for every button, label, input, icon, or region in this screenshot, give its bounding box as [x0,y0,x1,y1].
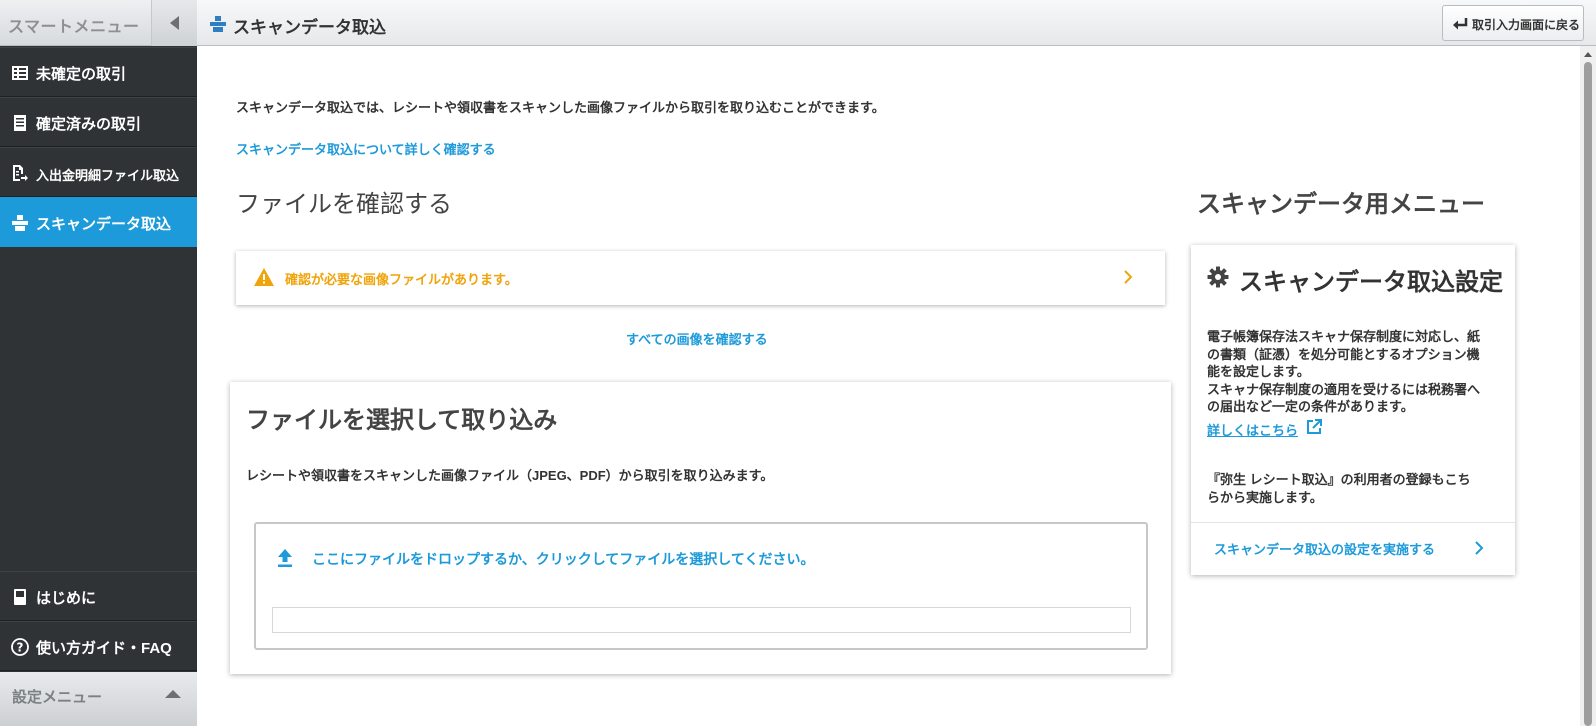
svg-text:?: ? [17,641,24,655]
description-line: 電子帳簿保存法スキャナ保存制度に対応し、紙 [1207,329,1481,344]
view-all-images-link[interactable]: すべての画像を確認する [626,329,768,348]
sidebar-header: スマートメニュー [0,0,197,46]
sidebar-item-label: はじめに [36,590,97,607]
settings-menu-label: 設定メニュー [12,689,103,706]
sidebar-item-getting-started[interactable]: はじめに [0,571,197,621]
configure-scan-settings-button[interactable]: スキャンデータ取込の設定を実施する [1191,523,1515,575]
file-import-card: ファイルを選択して取り込み レシートや領収書をスキャンした画像ファイル（JPEG… [230,382,1171,674]
return-arrow-icon [1453,18,1468,30]
description-line: 能を設定します。 [1207,364,1310,379]
scan-settings-card: スキャンデータ取込設定 電子帳簿保存法スキャナ保存制度に対応し、紙 の書類（証憑… [1191,245,1515,575]
sidebar-item-unconfirmed[interactable]: 未確定の取引 [0,47,197,97]
description-line: の書類（証憑）を処分可能とするオプション機 [1207,346,1480,362]
upload-icon [278,549,292,567]
sidebar-item-label: 使い方ガイド・FAQ [36,640,172,657]
alert-text: 確認が必要な画像ファイルがあります。 [285,272,518,287]
ledger-icon [12,66,28,80]
sidebar-item-confirmed[interactable]: 確定済みの取引 [0,97,197,147]
files-needing-review-alert[interactable]: 確認が必要な画像ファイルがあります。 [236,251,1165,305]
sidebar-item-file-import[interactable]: 入出金明細ファイル取込 [0,147,197,197]
scanner-icon [210,16,226,32]
sidebar-title: スマートメニュー [8,19,140,36]
chevron-left-icon [170,16,179,30]
scroll-up-icon[interactable] [1584,52,1592,57]
scan-settings-title: スキャンデータ取込設定 [1239,269,1503,296]
intro-text: スキャンデータ取込では、レシートや領収書をスキャンした画像ファイルから取引を取り… [236,100,885,115]
sidebar-item-guide-faq[interactable]: ? 使い方ガイド・FAQ [0,621,197,671]
help-icon: ? [11,638,29,656]
back-button-label: 取引入力画面に戻る [1472,18,1581,32]
confirm-files-heading: ファイルを確認する [236,191,452,218]
page-header: スキャンデータ取込 取引入力画面に戻る [197,0,1596,46]
sidebar-item-scan-import[interactable]: スキャンデータ取込 [0,197,197,247]
description-line: スキャナ保存制度の適用を受けるには税務署へ [1207,381,1481,397]
selected-file-field[interactable] [272,607,1131,633]
sidebar-item-label: スキャンデータ取込 [36,216,172,233]
chevron-right-icon [1124,270,1133,284]
note-line: らから実施します。 [1207,489,1323,505]
book-icon [14,589,26,605]
file-import-icon [13,165,28,181]
dropzone-label: ここにファイルをドロップするか、クリックしてファイルを選択してください。 [312,551,815,567]
details-link[interactable]: 詳しくはこちら [1207,420,1298,439]
page-title: スキャンデータ取込 [233,18,386,37]
vertical-scrollbar[interactable] [1580,46,1596,726]
chevron-right-icon [1475,541,1484,555]
receipt-import-note: 『弥生 レシート取込』の利用者の登録もこち らから実施します。 [1207,471,1503,506]
description-line: の届出など一定の条件があります。 [1207,399,1414,414]
import-heading: ファイルを選択して取り込み [246,407,558,434]
gear-icon [1207,266,1229,288]
settings-menu-toggle[interactable]: 設定メニュー [0,672,197,726]
back-to-entry-button[interactable]: 取引入力画面に戻る [1442,5,1584,41]
scanner-icon [12,215,28,231]
scrollbar-thumb[interactable] [1584,62,1592,726]
external-link-icon[interactable] [1305,418,1323,436]
learn-more-link[interactable]: スキャンデータ取込について詳しく確認する [236,139,496,158]
chevron-up-icon [165,690,181,698]
scan-menu-heading: スキャンデータ用メニュー [1197,191,1485,218]
warning-icon [254,268,274,286]
import-description: レシートや領収書をスキャンした画像ファイル（JPEG、PDF）から取引を取り込み… [246,468,774,483]
sidebar-item-label: 確定済みの取引 [36,116,142,133]
sidebar-item-label: 入出金明細ファイル取込 [36,168,180,183]
file-dropzone[interactable]: ここにファイルをドロップするか、クリックしてファイルを選択してください。 [254,522,1148,650]
sidebar-collapse-button[interactable] [151,0,197,46]
scan-settings-description: 電子帳簿保存法スキャナ保存制度に対応し、紙 の書類（証憑）を処分可能とするオプシ… [1207,328,1503,416]
sidebar-item-label: 未確定の取引 [36,66,127,83]
configure-scan-settings-label: スキャンデータ取込の設定を実施する [1214,542,1436,557]
document-icon [14,115,26,131]
sidebar: スマートメニュー 未確定の取引 確定済みの取引 入出金明細ファイル取込 スキャン… [0,0,197,726]
note-line: 『弥生 レシート取込』の利用者の登録もこち [1207,472,1471,487]
